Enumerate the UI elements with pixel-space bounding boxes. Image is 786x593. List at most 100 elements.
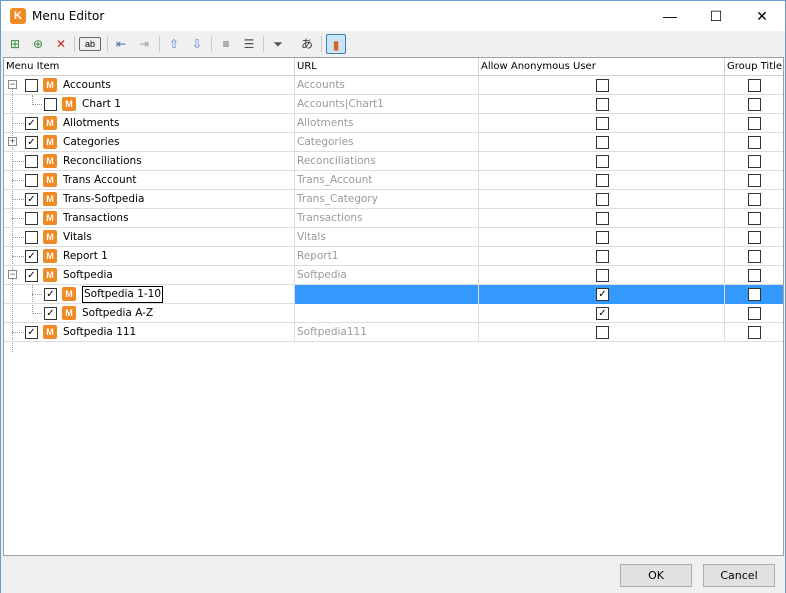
- anonymous-checkbox[interactable]: [596, 79, 609, 92]
- group-title-checkbox[interactable]: [748, 136, 761, 149]
- anonymous-checkbox[interactable]: [596, 212, 609, 225]
- group-title-checkbox[interactable]: [748, 326, 761, 339]
- anonymous-checkbox[interactable]: [596, 231, 609, 244]
- anonymous-checkbox[interactable]: [596, 193, 609, 206]
- menu-item-label[interactable]: Reconciliations: [61, 152, 295, 171]
- column-header-url[interactable]: URL: [295, 58, 479, 76]
- expand-toggle[interactable]: +: [8, 137, 17, 146]
- menu-item-label[interactable]: Softpedia 111: [61, 323, 295, 342]
- move-down-icon[interactable]: ⇩: [187, 34, 207, 54]
- table-row-selected[interactable]: ✓ M Softpedia 1-10 ✓: [4, 285, 783, 304]
- group-title-checkbox[interactable]: [748, 307, 761, 320]
- cancel-button[interactable]: Cancel: [703, 564, 775, 587]
- url-cell[interactable]: Categories: [295, 133, 479, 152]
- table-row[interactable]: − M Accounts Accounts: [4, 76, 783, 95]
- table-row[interactable]: M Transactions Transactions: [4, 209, 783, 228]
- row-checkbox[interactable]: ✓: [25, 250, 38, 263]
- url-cell[interactable]: Reconciliations: [295, 152, 479, 171]
- table-row[interactable]: M Vitals Vitals: [4, 228, 783, 247]
- menu-item-edit-input[interactable]: Softpedia 1-10: [82, 286, 164, 303]
- collapse-toggle[interactable]: −: [8, 270, 17, 279]
- url-cell[interactable]: Vitals: [295, 228, 479, 247]
- row-checkbox[interactable]: ✓: [44, 288, 57, 301]
- menu-item-label[interactable]: Allotments: [61, 114, 295, 133]
- table-row[interactable]: ✓ M Softpedia A-Z ✓: [4, 304, 783, 323]
- indent-icon[interactable]: ⇥: [134, 34, 154, 54]
- menu-item-label[interactable]: Trans Account: [61, 171, 295, 190]
- menu-item-label[interactable]: Categories: [61, 133, 295, 152]
- column-header-group-title[interactable]: Group Title: [725, 58, 783, 76]
- url-cell[interactable]: Report1: [295, 247, 479, 266]
- url-cell[interactable]: Trans_Account: [295, 171, 479, 190]
- url-cell[interactable]: Transactions: [295, 209, 479, 228]
- url-cell[interactable]: [295, 304, 479, 323]
- menu-item-label[interactable]: Transactions: [61, 209, 295, 228]
- collapse-toggle[interactable]: −: [8, 80, 17, 89]
- row-checkbox[interactable]: [25, 79, 38, 92]
- translate-icon[interactable]: あ: [297, 34, 317, 54]
- group-title-checkbox[interactable]: [748, 288, 761, 301]
- group-title-checkbox[interactable]: [748, 212, 761, 225]
- row-checkbox[interactable]: ✓: [25, 193, 38, 206]
- group-title-checkbox[interactable]: [748, 79, 761, 92]
- menu-item-label-cell[interactable]: Softpedia 1-10: [80, 285, 295, 304]
- anonymous-checkbox[interactable]: [596, 117, 609, 130]
- row-checkbox[interactable]: ✓: [44, 307, 57, 320]
- group-title-checkbox[interactable]: [748, 155, 761, 168]
- menu-item-label[interactable]: Trans-Softpedia: [61, 190, 295, 209]
- outdent-icon[interactable]: ⇤: [111, 34, 131, 54]
- url-cell[interactable]: Trans_Category: [295, 190, 479, 209]
- anonymous-checkbox[interactable]: ✓: [596, 288, 609, 301]
- group-title-checkbox[interactable]: [748, 193, 761, 206]
- anonymous-checkbox[interactable]: [596, 155, 609, 168]
- collapse-all-icon[interactable]: ≡: [216, 34, 236, 54]
- add-child-item-icon[interactable]: ⊕: [28, 34, 48, 54]
- maximize-button[interactable]: ☐: [693, 1, 739, 31]
- table-row[interactable]: ✓ M Report 1 Report1: [4, 247, 783, 266]
- ok-button[interactable]: OK: [620, 564, 692, 587]
- anonymous-checkbox[interactable]: [596, 250, 609, 263]
- table-row[interactable]: M Chart 1 Accounts|Chart1: [4, 95, 783, 114]
- menu-item-label[interactable]: Report 1: [61, 247, 295, 266]
- group-title-checkbox[interactable]: [748, 231, 761, 244]
- expand-all-icon[interactable]: ☰: [239, 34, 259, 54]
- url-cell[interactable]: Accounts: [295, 76, 479, 95]
- row-checkbox[interactable]: [25, 212, 38, 225]
- url-cell[interactable]: Softpedia111: [295, 323, 479, 342]
- anonymous-checkbox[interactable]: [596, 269, 609, 282]
- move-up-icon[interactable]: ⇧: [164, 34, 184, 54]
- add-item-icon[interactable]: ⊞: [5, 34, 25, 54]
- menu-item-label[interactable]: Chart 1: [80, 95, 295, 114]
- menu-tree-grid[interactable]: Menu Item URL Allow Anonymous User Group…: [3, 57, 784, 556]
- row-checkbox[interactable]: [44, 98, 57, 111]
- menu-item-label[interactable]: Vitals: [61, 228, 295, 247]
- column-header-anonymous[interactable]: Allow Anonymous User: [479, 58, 725, 76]
- filter-icon[interactable]: ⏷: [268, 34, 288, 54]
- anonymous-checkbox[interactable]: [596, 326, 609, 339]
- rename-icon[interactable]: ab: [79, 37, 101, 51]
- table-row[interactable]: + ✓ M Categories Categories: [4, 133, 783, 152]
- anonymous-checkbox[interactable]: [596, 174, 609, 187]
- minimize-button[interactable]: —: [647, 1, 693, 31]
- row-checkbox[interactable]: ✓: [25, 136, 38, 149]
- table-row[interactable]: M Trans Account Trans_Account: [4, 171, 783, 190]
- row-checkbox[interactable]: ✓: [25, 269, 38, 282]
- url-cell[interactable]: Accounts|Chart1: [295, 95, 479, 114]
- table-row[interactable]: M Reconciliations Reconciliations: [4, 152, 783, 171]
- menu-item-label[interactable]: Accounts: [61, 76, 295, 95]
- report-icon[interactable]: ▮: [326, 34, 346, 54]
- anonymous-checkbox[interactable]: [596, 136, 609, 149]
- row-checkbox[interactable]: ✓: [25, 117, 38, 130]
- menu-item-label[interactable]: Softpedia: [61, 266, 295, 285]
- row-checkbox[interactable]: [25, 174, 38, 187]
- column-header-menu-item[interactable]: Menu Item: [4, 58, 295, 76]
- group-title-checkbox[interactable]: [748, 269, 761, 282]
- row-checkbox[interactable]: [25, 231, 38, 244]
- group-title-checkbox[interactable]: [748, 117, 761, 130]
- row-checkbox[interactable]: ✓: [25, 326, 38, 339]
- anonymous-checkbox[interactable]: ✓: [596, 307, 609, 320]
- table-row[interactable]: ✓ M Softpedia 111 Softpedia111: [4, 323, 783, 342]
- group-title-checkbox[interactable]: [748, 250, 761, 263]
- table-row[interactable]: ✓ M Trans-Softpedia Trans_Category: [4, 190, 783, 209]
- table-row[interactable]: ✓ M Allotments Allotments: [4, 114, 783, 133]
